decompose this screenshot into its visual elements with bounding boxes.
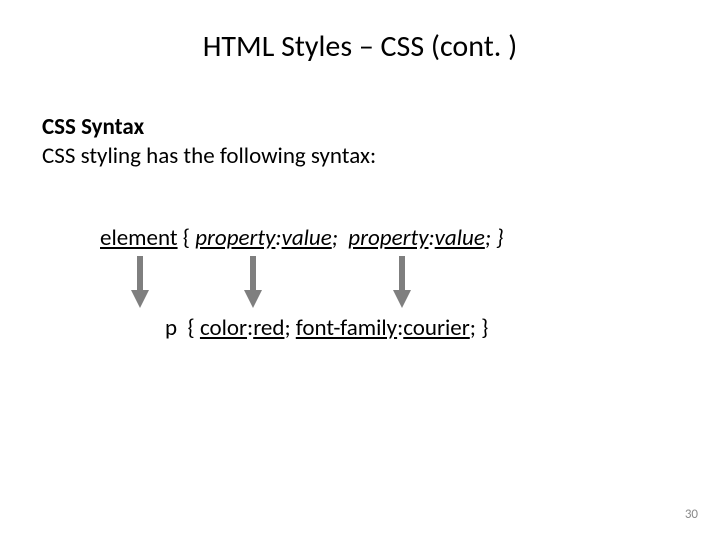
slide: HTML Styles – CSS (cont. ) CSS Syntax CS… — [0, 0, 720, 540]
page-title: HTML Styles – CSS (cont. ) — [0, 28, 720, 65]
syntax-prop1: property — [195, 224, 275, 252]
intro-text: CSS styling has the following syntax: — [42, 142, 376, 170]
syntax-element: element — [100, 224, 178, 252]
example-decl2-val: courier — [403, 314, 470, 342]
example-decl1-semi: ; — [284, 314, 290, 342]
arrow-down-icon — [244, 256, 262, 308]
syntax-val2: value — [435, 224, 485, 252]
example-decl1-prop: color — [200, 314, 247, 342]
syntax-prop2: property — [348, 224, 428, 252]
example-decl2-prop: font-family — [296, 314, 397, 342]
page-number: 30 — [685, 507, 698, 522]
syntax-semi2: ; — [485, 224, 491, 252]
syntax-example: p { color:red; font-family:courier; } — [165, 314, 488, 342]
arrow-down-icon — [131, 256, 149, 308]
syntax-val1: value — [282, 224, 332, 252]
example-open-brace: { — [188, 314, 195, 342]
arrow-down-icon — [393, 256, 411, 308]
syntax-semi1: ; — [332, 224, 338, 252]
section-heading: CSS Syntax — [42, 113, 144, 141]
body-text: CSS Syntax CSS styling has the following… — [42, 113, 376, 171]
syntax-open-brace: { — [183, 224, 190, 252]
example-element: p — [165, 314, 177, 342]
example-close-brace: } — [481, 314, 488, 342]
example-decl2-semi: ; — [470, 314, 476, 342]
example-decl1-val: red — [253, 314, 284, 342]
syntax-template: element { property:value; property:value… — [100, 224, 503, 252]
syntax-close-brace: } — [496, 224, 503, 252]
